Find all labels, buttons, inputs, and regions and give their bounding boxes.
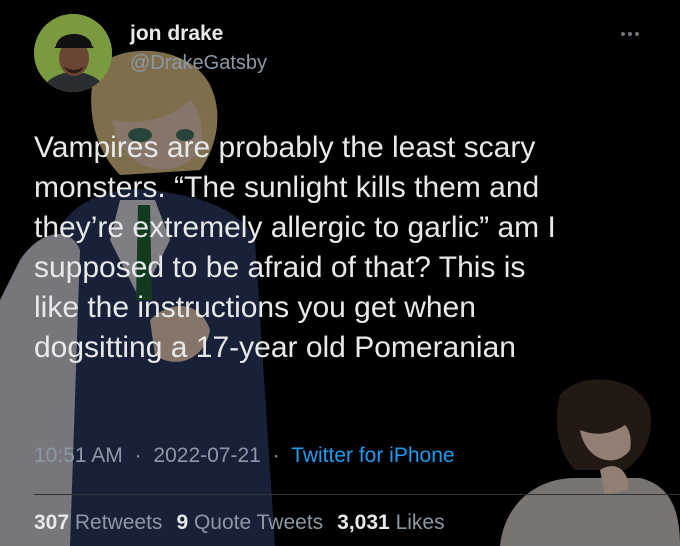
quote-tweets-stat[interactable]: 9 Quote Tweets: [176, 511, 323, 534]
retweets-stat[interactable]: 307 Retweets: [34, 511, 162, 534]
likes-label: Likes: [395, 511, 445, 534]
tweet-text-line: dogsitting a 17-year old Pomeranian: [34, 331, 516, 364]
likes-stat[interactable]: 3,031 Likes: [337, 511, 444, 534]
retweets-label: Retweets: [74, 511, 163, 534]
tweet-text-line: they’re extremely allergic to garlic” am…: [34, 211, 556, 244]
avatar[interactable]: [34, 14, 112, 92]
quote-tweets-count: 9: [176, 511, 189, 534]
quote-tweets-label: Quote Tweets: [193, 511, 324, 534]
tweet-meta: 10:51 AM · 2022-07-21 · Twitter for iPho…: [34, 444, 455, 468]
tweet-date[interactable]: 2022-07-21: [153, 444, 260, 467]
meta-separator: ·: [272, 444, 280, 467]
more-horizontal-icon-dot: [628, 32, 632, 36]
tweet-text-line: Vampires are probably the least scary: [34, 131, 536, 164]
more-horizontal-icon-dot: [635, 32, 639, 36]
tweet-source-link[interactable]: Twitter for iPhone: [291, 444, 454, 467]
more-options-button[interactable]: [612, 24, 648, 44]
tweet-stats: 307 Retweets 9 Quote Tweets 3,031 Likes: [34, 511, 445, 535]
author-name[interactable]: jon drake: [130, 22, 223, 46]
retweets-count: 307: [34, 511, 70, 534]
tweet-time[interactable]: 10:51 AM: [34, 444, 123, 467]
tweet-text: Vampires are probably the least scary mo…: [34, 128, 634, 368]
divider: [34, 494, 680, 495]
tweet-text-line: supposed to be afraid of that? This is: [34, 251, 526, 284]
likes-count: 3,031: [337, 511, 390, 534]
author-handle[interactable]: @DrakeGatsby: [130, 52, 267, 75]
meta-separator: ·: [134, 444, 142, 467]
more-horizontal-icon: [621, 32, 625, 36]
avatar-image: [34, 14, 112, 92]
tweet-card: jon drake @DrakeGatsby Vampires are prob…: [0, 0, 680, 546]
tweet-text-line: like the instructions you get when: [34, 291, 476, 324]
tweet-text-line: monsters. “The sunlight kills them and: [34, 171, 540, 204]
